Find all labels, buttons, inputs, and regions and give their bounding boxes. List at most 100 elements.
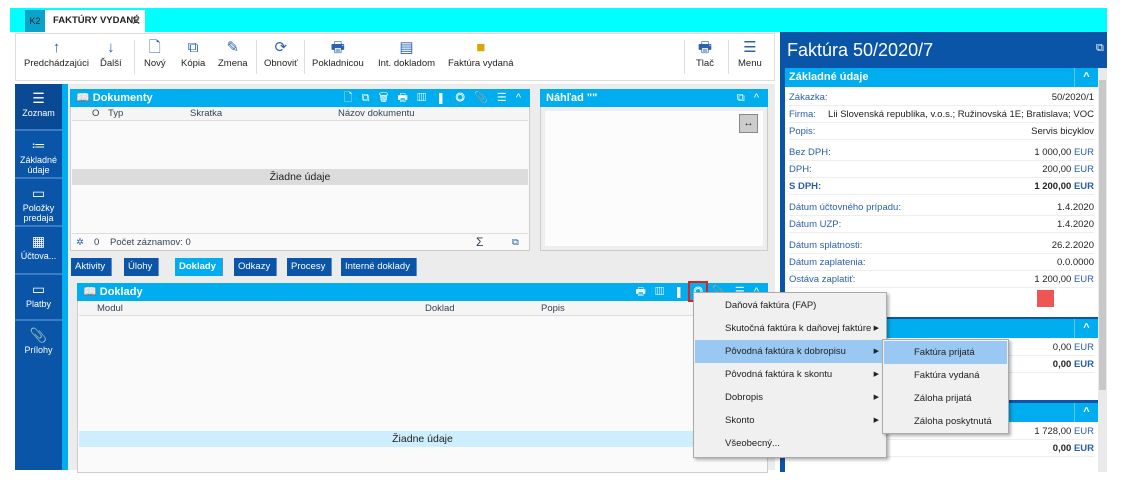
list-icon: ☰ xyxy=(32,90,45,106)
col-typ[interactable]: Typ xyxy=(108,107,123,121)
copy-button[interactable]: ⧉ Kópia xyxy=(181,38,205,69)
documents-header: 📖 Dokumenty 🗋 ⧉ 🗑 🖶 ▥ ▮ ◎ 📎 ☰ ^ xyxy=(70,89,530,107)
documents-tools[interactable]: 🗋 ⧉ 🗑 🖶 ▥ ▮ ◎ 📎 ☰ ^ xyxy=(344,89,524,107)
printer-icon: 🖶 xyxy=(697,39,713,56)
col-modul[interactable]: Modul xyxy=(97,302,123,316)
submenu-faktura-vydana[interactable]: Faktúra vydaná xyxy=(884,364,1007,387)
documents-empty: Žiadne údaje xyxy=(72,169,528,185)
tab-interne-doklady[interactable]: Interné doklady xyxy=(341,258,417,276)
scrollbar-thumb[interactable] xyxy=(1099,80,1106,390)
menu-item-vseobecny[interactable]: Všeobecný... xyxy=(695,432,885,455)
paperclip-icon: 📎 xyxy=(29,327,48,343)
invoice-issued-button[interactable]: ■ Faktúra vydaná xyxy=(448,38,513,69)
copy-icon: ⧉ xyxy=(187,39,199,56)
submenu: Faktúra prijatá Faktúra vydaná Záloha pr… xyxy=(882,339,1009,434)
submenu-zaloha-prijata[interactable]: Záloha prijatá xyxy=(884,387,1007,410)
row-bez-dph: Bez DPH: 1 000,00 EUR xyxy=(789,145,1094,161)
row-datum-uct: Dátum účtovného prípadu: 1.4.2020 xyxy=(789,200,1094,216)
section-basic[interactable]: Základné údaje ^ xyxy=(785,68,1098,87)
row-popis: Popis: Servis bicyklov xyxy=(789,124,1094,140)
doklady-header: 📖 Doklady🖶 ▥ ▮ ◎ 📎 ☰ ^ xyxy=(77,283,768,301)
row-firma: Firma: Lii Slovenská republika, v.o.s.; R… xyxy=(789,107,1094,123)
sidebar: ☰ Zoznam ≔ Základné údaje ▭ Položky predaja… xyxy=(15,84,62,470)
tab-aktivity[interactable]: Aktivity xyxy=(71,258,113,276)
documents-columns: O Typ Skratka Názov dokumentu xyxy=(72,107,528,121)
popout-icon[interactable]: ⧉ xyxy=(1096,42,1104,55)
add-window-icon[interactable]: ⧉ xyxy=(512,234,519,251)
app-logo[interactable]: K2 xyxy=(25,10,45,32)
sidebar-item-polozky[interactable]: ▭ Položky predaja xyxy=(15,179,62,227)
sidebar-item-zoznam[interactable]: ☰ Zoznam xyxy=(15,84,62,131)
refresh-button[interactable]: ⟳ Obnoviť xyxy=(264,38,298,69)
edit-button[interactable]: ✎ Zmena xyxy=(218,38,248,69)
tab-odkazy[interactable]: Odkazy xyxy=(234,258,278,276)
previous-button[interactable]: ↑ Predchádzajúci xyxy=(24,38,89,69)
doklady-empty: Žiadne údaje xyxy=(79,431,766,447)
row-zakazka: Zákazka: 50/2020/1 xyxy=(789,90,1094,106)
menu-item-danova-faktura[interactable]: Daňová faktúra (FAP) xyxy=(695,294,885,317)
row-s-dph: S DPH: 1 200,00 EUR xyxy=(789,179,1094,195)
col-doklad[interactable]: Doklad xyxy=(425,302,455,316)
preview-title: Náhľad "" xyxy=(546,92,598,104)
record-count: 0 xyxy=(94,237,100,248)
print-button[interactable]: 🖶 Tlač xyxy=(696,38,714,69)
chevron-up-icon: ^ xyxy=(1074,319,1098,338)
row-datum-zaplatenia: Dátum zaplatenia: 0.0.0000 xyxy=(789,255,1094,271)
sidebar-item-prilohy[interactable]: 📎 Prílohy xyxy=(15,321,62,367)
documents-footer: ✲ 0 Počet záznamov: 0 Σ ⧉ xyxy=(72,233,528,250)
internal-doc-button[interactable]: ▤ Int. dokladom xyxy=(378,38,435,69)
submenu-zaloha-poskytnuta[interactable]: Záloha poskytnutá xyxy=(884,410,1007,433)
refresh-icon: ⟳ xyxy=(274,39,288,56)
chevron-up-icon: ^ xyxy=(1074,403,1098,422)
submenu-faktura-prijata[interactable]: Faktúra prijatá xyxy=(884,341,1007,364)
close-icon[interactable]: ✕ xyxy=(131,10,141,32)
chevron-up-icon: ^ xyxy=(1074,68,1098,87)
preview-tools[interactable]: ⧉ ^ xyxy=(737,89,762,107)
fit-width-icon[interactable]: ↔ xyxy=(739,114,758,133)
col-popis[interactable]: Popis xyxy=(541,302,565,316)
doklady-title: Doklady xyxy=(99,286,143,298)
row-datum-uzp: Dátum UZP: 1.4.2020 xyxy=(789,217,1094,233)
next-button[interactable]: ↓ Ďalší xyxy=(100,38,122,69)
menu-item-dobropis[interactable]: Dobropis ▶ xyxy=(695,386,885,409)
row-dph: DPH: 200,00 EUR xyxy=(789,162,1094,178)
new-document-icon: 🗋 xyxy=(148,39,161,56)
pencil-icon: ✎ xyxy=(226,39,240,56)
preview-area xyxy=(545,111,763,246)
col-skratka[interactable]: Skratka xyxy=(190,107,222,121)
sidebar-item-platby[interactable]: ▭ Platby xyxy=(15,275,62,321)
toolbar: ↑ Predchádzajúci ↓ Ďalší 🗋 Nový ⧉ Kópia ✎ Zme… xyxy=(15,33,775,81)
cash-register-button[interactable]: 🖶 Pokladnicou xyxy=(312,38,364,69)
settings-icon[interactable]: ✲ xyxy=(76,234,84,251)
preview-header: Náhľad "" ⧉ ^ xyxy=(540,89,768,107)
menu-item-povodna-dobropis[interactable]: Pôvodná faktúra k dobropisu ▶ xyxy=(695,340,885,363)
sidebar-item-uctovanie[interactable]: ▦ Účtova... xyxy=(15,227,62,275)
new-button[interactable]: 🗋 Nový xyxy=(144,38,166,69)
arrow-up-icon: ↑ xyxy=(52,39,61,56)
menu-item-skonto[interactable]: Skonto ▶ xyxy=(695,409,885,432)
col-nazov[interactable]: Názov dokumentu xyxy=(338,107,415,121)
menu-button[interactable]: ☰ Menu xyxy=(738,38,762,69)
status-color-indicator xyxy=(1037,290,1054,307)
hamburger-icon: ☰ xyxy=(743,39,757,56)
col-o[interactable]: O xyxy=(92,107,99,121)
calculator-icon: ▦ xyxy=(31,233,46,249)
cash-register-icon: 🖶 xyxy=(330,39,345,56)
doklady-columns: Modul Doklad Popis xyxy=(79,302,766,316)
box-icon: ▭ xyxy=(31,281,46,297)
row-datum-splatnosti: Dátum splatnosti: 26.2.2020 xyxy=(789,238,1094,254)
sidebar-item-zakladne-udaje[interactable]: ≔ Základné údaje xyxy=(15,131,62,179)
menu-item-skutocna-faktura[interactable]: Skutočná faktúra k daňovej faktúre ▶ xyxy=(695,317,885,340)
detail-title: Faktúra 50/2020/7 xyxy=(787,40,934,60)
tab-ulohy[interactable]: Úlohy xyxy=(124,258,160,276)
invoice-icon: ■ xyxy=(476,39,486,56)
tab-procesy[interactable]: Procesy xyxy=(287,258,333,276)
menu-item-povodna-skonto[interactable]: Pôvodná faktúra k skontu ▶ xyxy=(695,363,885,386)
box-icon: ▭ xyxy=(31,185,46,201)
record-count-label: Počet záznamov: 0 xyxy=(110,237,191,248)
arrow-down-icon: ↓ xyxy=(107,39,115,56)
sum-button[interactable]: Σ xyxy=(476,234,483,251)
tab-doklady[interactable]: Doklady xyxy=(175,258,223,276)
tab-bar xyxy=(10,8,1107,32)
tab-faktury-vydane[interactable]: FAKTÚRY VYDANÉ ✕ xyxy=(45,10,145,32)
